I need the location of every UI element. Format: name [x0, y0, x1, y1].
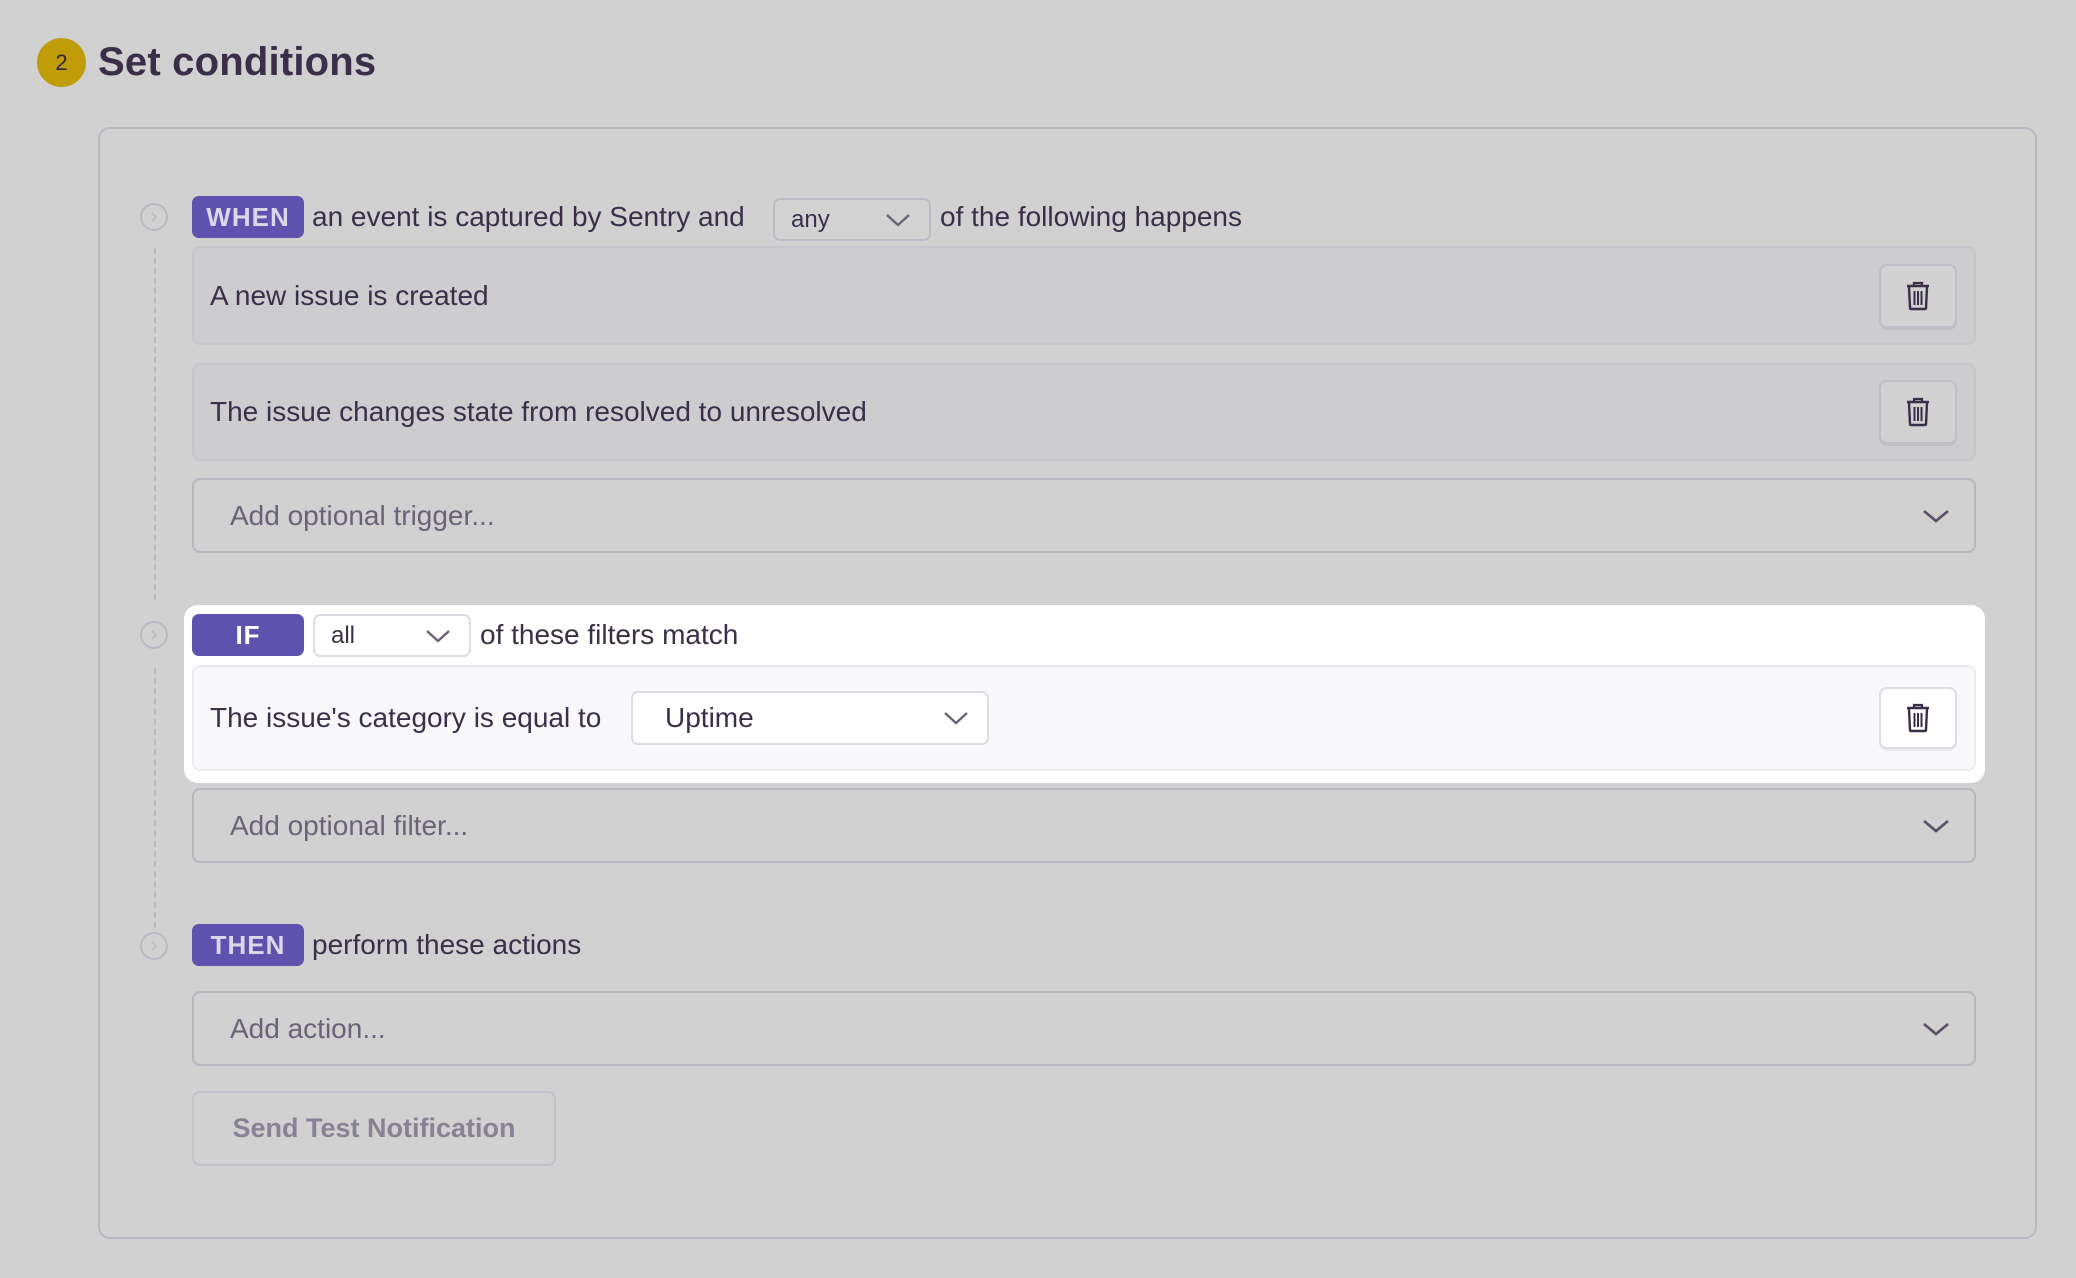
trigger-label: A new issue is created [210, 279, 489, 311]
step-number: 2 [55, 49, 68, 75]
add-trigger-placeholder: Add optional trigger... [230, 499, 495, 531]
if-badge: IF [192, 614, 304, 656]
chevron-down-icon [944, 712, 968, 725]
when-suffix-text: of the following happens [940, 201, 1242, 232]
add-action-select[interactable]: Add action... [192, 991, 1976, 1066]
step-number-badge: 2 [37, 38, 86, 87]
trash-icon [1907, 397, 1929, 427]
chevron-down-icon [1923, 1022, 1949, 1036]
chevron-down-icon [886, 213, 910, 227]
add-filter-placeholder: Add optional filter... [230, 809, 469, 841]
timeline-connector [154, 248, 156, 600]
trigger-label: The issue changes state from resolved to… [210, 396, 867, 427]
send-test-notification-button[interactable]: Send Test Notification [192, 1091, 556, 1166]
when-match-value: any [791, 205, 830, 233]
step-circle-icon [140, 621, 168, 649]
if-suffix-text: of these filters match [480, 619, 739, 650]
delete-trigger-button[interactable] [1879, 380, 1957, 444]
trash-icon [1907, 281, 1929, 311]
section-title: Set conditions [98, 40, 377, 84]
then-suffix-text: perform these actions [312, 929, 582, 960]
then-badge: THEN [192, 924, 304, 966]
delete-trigger-button[interactable] [1879, 264, 1957, 328]
if-match-select[interactable]: all [313, 614, 471, 657]
when-match-select[interactable]: any [773, 198, 931, 241]
trash-icon [1907, 703, 1929, 733]
step-circle-icon [140, 932, 168, 960]
chevron-down-icon [1923, 509, 1949, 523]
add-filter-select[interactable]: Add optional filter... [192, 788, 1976, 863]
add-action-placeholder: Add action... [230, 1012, 386, 1044]
if-match-value: all [331, 621, 356, 649]
chevron-down-icon [1923, 819, 1949, 833]
trigger-row: A new issue is created [192, 246, 1976, 345]
timeline-connector [154, 668, 156, 928]
filter-value-select[interactable]: Uptime [631, 691, 989, 745]
trigger-row: The issue changes state from resolved to… [192, 363, 1976, 461]
filter-label: The issue's category is equal to [210, 702, 602, 733]
filter-value: Uptime [665, 702, 754, 733]
delete-filter-button[interactable] [1879, 687, 1957, 749]
step-circle-icon [140, 203, 168, 231]
add-trigger-select[interactable]: Add optional trigger... [192, 478, 1976, 553]
chevron-down-icon [426, 629, 450, 643]
when-badge: WHEN [192, 196, 304, 238]
when-prefix-text: an event is captured by Sentry and [312, 201, 745, 232]
